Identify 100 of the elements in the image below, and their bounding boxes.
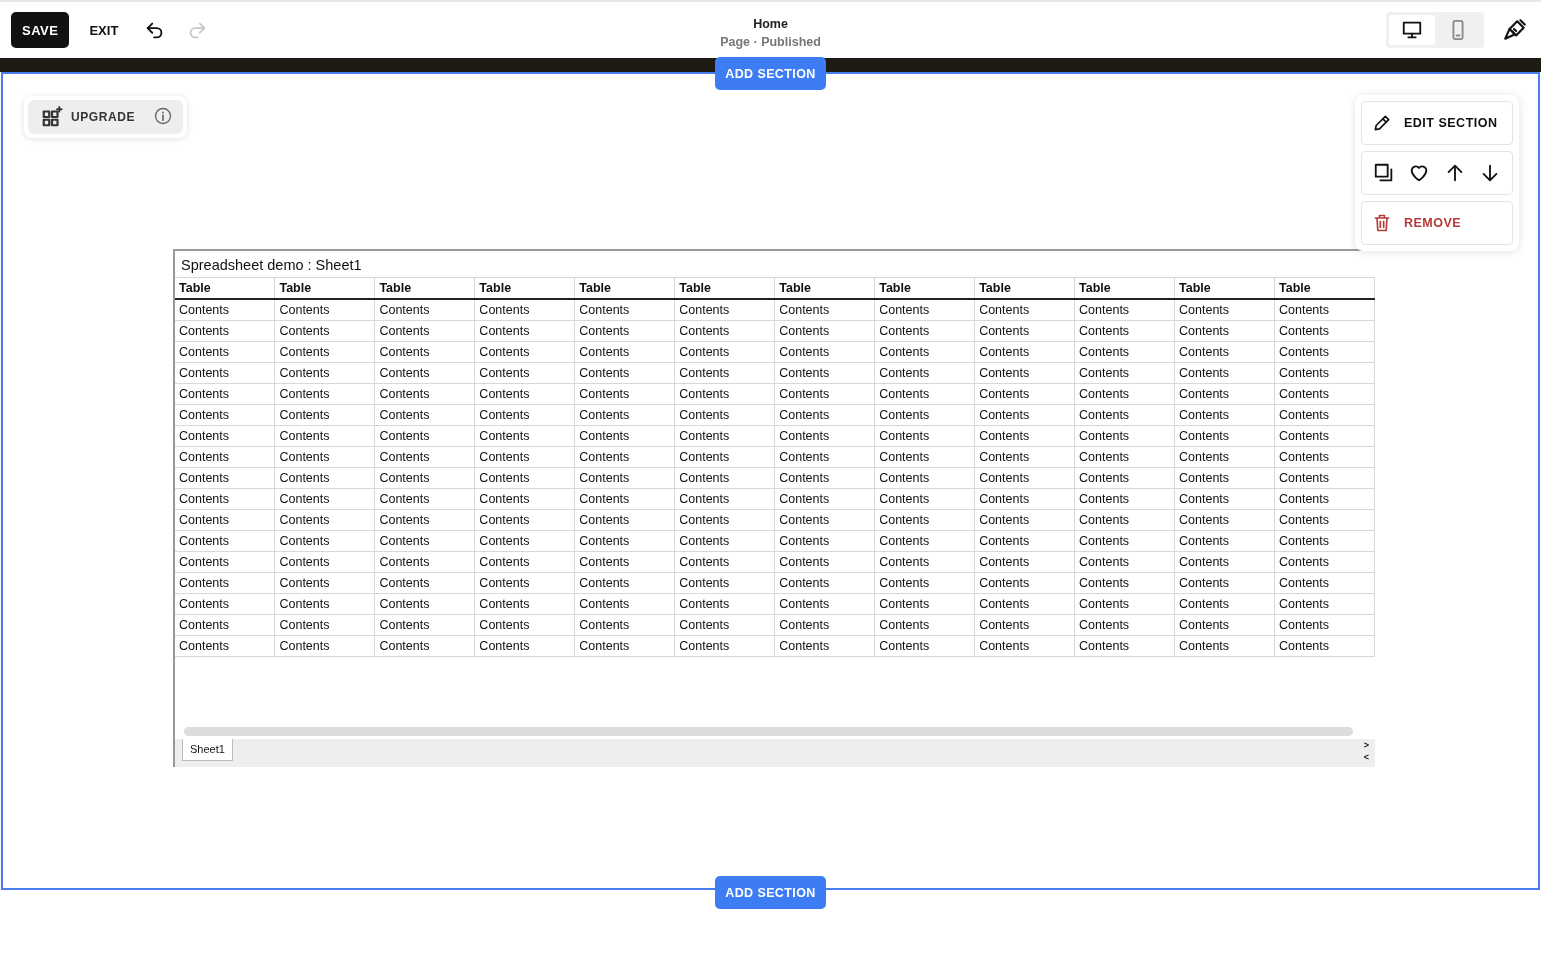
table-cell: Contents [974, 362, 1075, 384]
upgrade-button[interactable]: UPGRADE [28, 100, 184, 134]
table-cell: Contents [175, 362, 275, 384]
table-cell: Contents [474, 551, 575, 573]
table-cell: Contents [574, 341, 675, 363]
spreadsheet-title: Spreadsheet demo : Sheet1 [180, 256, 363, 275]
add-section-button[interactable]: ADD SECTION [715, 57, 826, 90]
table-cell: Contents [674, 572, 775, 594]
table-cell: Contents [175, 467, 275, 489]
table-cell: Contents [674, 341, 775, 363]
info-icon [153, 105, 174, 126]
table-cell: Contents [574, 593, 675, 615]
remove-button[interactable]: REMOVE [1361, 201, 1513, 245]
table-cell: Contents [1074, 593, 1175, 615]
table-cell: Contents [574, 614, 675, 636]
table-cell: Contents [1174, 572, 1275, 594]
table-cell: Contents [175, 572, 275, 594]
table-cell: Contents [1174, 593, 1275, 615]
table-cell: Contents [1174, 299, 1275, 321]
exit-button[interactable]: EXIT [79, 16, 129, 44]
table-cell: Contents [1274, 530, 1375, 552]
table-cell: Contents [774, 509, 875, 531]
table-cell: Contents [574, 551, 675, 573]
table-cell: Contents [674, 488, 775, 510]
column-header: Table [974, 277, 1075, 299]
table-cell: Contents [1274, 593, 1375, 615]
table-cell: Contents [374, 425, 475, 447]
table-cell: Contents [974, 404, 1075, 426]
table-cell: Contents [374, 299, 475, 321]
table-cell: Contents [374, 404, 475, 426]
table-cell: Contents [774, 404, 875, 426]
table-cell: Contents [374, 383, 475, 405]
table-cell: Contents [774, 446, 875, 468]
table-cell: Contents [1074, 614, 1175, 636]
table-cell: Contents [874, 320, 975, 342]
page-status: Page · Published [720, 35, 821, 49]
table-cell: Contents [974, 320, 1075, 342]
table-cell: Contents [374, 467, 475, 489]
column-header: Table [175, 277, 275, 299]
table-cell: Contents [1174, 341, 1275, 363]
table-cell: Contents [274, 551, 375, 573]
column-header: Table [474, 277, 575, 299]
table-cell: Contents [1274, 467, 1375, 489]
table-cell: Contents [175, 341, 275, 363]
table-cell: Contents [1174, 509, 1275, 531]
table-cell: Contents [374, 551, 475, 573]
grid-plus-icon [41, 106, 63, 128]
table-cell: Contents [175, 614, 275, 636]
table-cell: Contents [374, 509, 475, 531]
table-cell: Contents [974, 551, 1075, 573]
table-cell: Contents [1274, 341, 1375, 363]
table-cell: Contents [474, 320, 575, 342]
add-section-button[interactable]: ADD SECTION [715, 876, 826, 909]
table-cell: Contents [175, 404, 275, 426]
desktop-view-button[interactable] [1389, 15, 1435, 45]
table-cell: Contents [674, 425, 775, 447]
table-cell: Contents [874, 551, 975, 573]
table-cell: Contents [674, 467, 775, 489]
sheet-nav-button[interactable]: < [1363, 751, 1369, 763]
table-cell: Contents [1074, 509, 1175, 531]
pencil-icon [1372, 113, 1392, 133]
table-cell: Contents [574, 404, 675, 426]
table-cell: Contents [1174, 551, 1275, 573]
save-button[interactable]: SAVE [11, 12, 70, 48]
table-cell: Contents [1274, 446, 1375, 468]
table-cell: Contents [874, 635, 975, 657]
table-cell: Contents [674, 530, 775, 552]
table-cell: Contents [1274, 635, 1375, 657]
table-cell: Contents [474, 467, 575, 489]
table-cell: Contents [874, 362, 975, 384]
table-cell: Contents [574, 509, 675, 531]
upgrade-label: UPGRADE [71, 110, 136, 124]
trash-icon [1372, 213, 1392, 233]
table-cell: Contents [1174, 530, 1275, 552]
table-cell: Contents [574, 635, 675, 657]
sheet-tab[interactable]: Sheet1 [182, 739, 233, 761]
table-cell: Contents [874, 383, 975, 405]
table-cell: Contents [175, 593, 275, 615]
table-cell: Contents [574, 467, 675, 489]
table-cell: Contents [1274, 425, 1375, 447]
horizontal-scrollbar[interactable] [184, 727, 1353, 736]
table-cell: Contents [1274, 320, 1375, 342]
table-cell: Contents [574, 488, 675, 510]
table-cell: Contents [1074, 320, 1175, 342]
table-cell: Contents [1074, 383, 1175, 405]
table-cell: Contents [175, 299, 275, 321]
table-cell: Contents [574, 320, 675, 342]
sheet-nav-button[interactable]: > [1363, 739, 1369, 751]
table-cell: Contents [574, 530, 675, 552]
table-cell: Contents [674, 551, 775, 573]
table-cell: Contents [374, 446, 475, 468]
table-cell: Contents [774, 467, 875, 489]
table-cell: Contents [274, 530, 375, 552]
edit-section-button[interactable]: EDIT SECTION [1361, 101, 1513, 145]
column-header: Table [374, 277, 475, 299]
table-cell: Contents [474, 530, 575, 552]
table-cell: Contents [1074, 446, 1175, 468]
table-cell: Contents [574, 572, 675, 594]
table-cell: Contents [474, 572, 575, 594]
column-header: Table [1274, 277, 1375, 299]
